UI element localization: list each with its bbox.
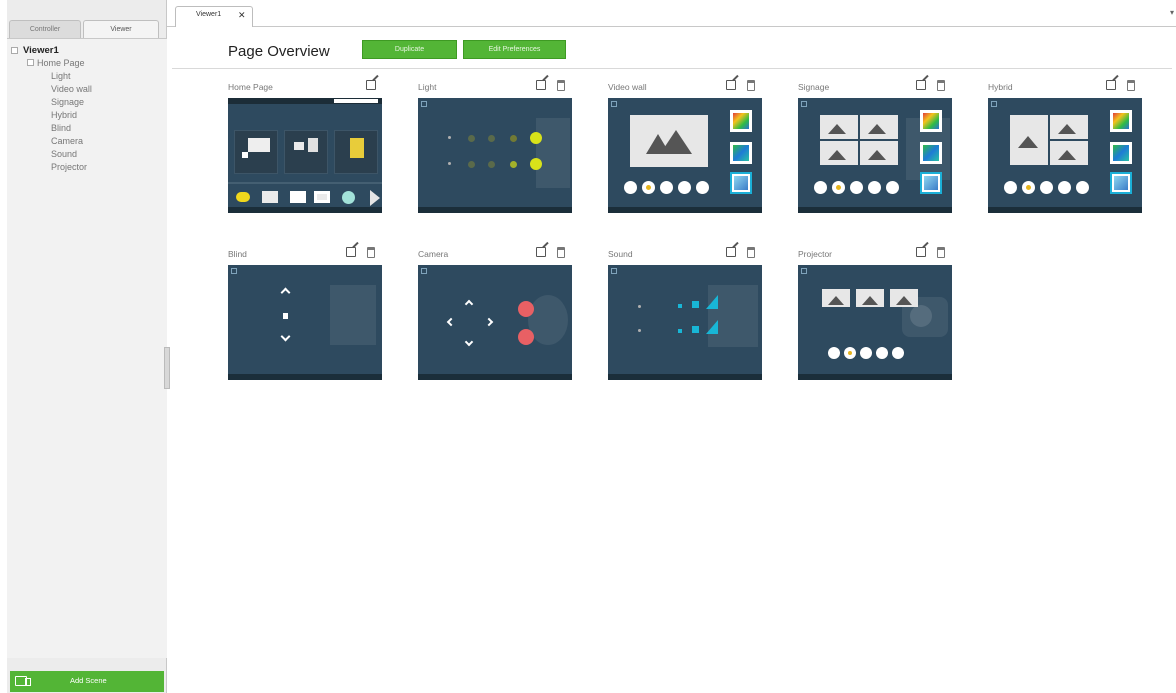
page-card-signage[interactable]: Signage [798, 80, 952, 220]
tree-item-blind[interactable]: Blind [51, 123, 71, 133]
page-card-sound[interactable]: Sound [608, 247, 762, 387]
add-scene-label: Add Scene [70, 676, 107, 685]
edit-icon[interactable] [1106, 80, 1116, 90]
page-overview-panel: Page Overview Duplicate Edit Preferences… [172, 28, 1176, 693]
tab-controller[interactable]: Controller [9, 20, 81, 38]
page-thumbnail[interactable] [228, 98, 382, 213]
tree-item-projector[interactable]: Projector [51, 162, 87, 172]
trash-icon[interactable] [1127, 80, 1135, 91]
tree-item-hybrid[interactable]: Hybrid [51, 110, 77, 120]
page-card-label: Camera [418, 249, 449, 259]
page-thumbnail[interactable] [798, 98, 952, 213]
page-thumbnail[interactable] [608, 265, 762, 380]
tree-root-viewer[interactable]: Viewer1 [23, 45, 59, 56]
page-card-light[interactable]: Light [418, 80, 572, 220]
edit-icon[interactable] [916, 247, 926, 257]
page-card-label: Projector [798, 249, 833, 259]
tree-item-video-wall[interactable]: Video wall [51, 84, 92, 94]
chevron-down-icon[interactable]: ▾ [1170, 8, 1174, 17]
page-card-label: Sound [608, 249, 633, 259]
header-divider [172, 68, 1172, 69]
page-card-blind[interactable]: Blind [228, 247, 382, 387]
tab-viewer[interactable]: Viewer [83, 20, 159, 38]
sidebar: Controller Viewer Viewer1 Home Page Ligh… [7, 0, 170, 693]
duplicate-button[interactable]: Duplicate [362, 40, 457, 59]
edit-icon[interactable] [536, 80, 546, 90]
tab-label: Viewer1 [196, 11, 222, 18]
tree-item-camera[interactable]: Camera [51, 136, 83, 146]
page-thumbnail[interactable] [228, 265, 382, 380]
tree-item-sound[interactable]: Sound [51, 149, 77, 159]
tree-collapse-icon[interactable] [11, 47, 18, 54]
page-card-video-wall[interactable]: Video wall [608, 80, 762, 220]
edit-icon[interactable] [916, 80, 926, 90]
edit-preferences-button[interactable]: Edit Preferences [463, 40, 566, 59]
page-thumbnail[interactable] [798, 265, 952, 380]
page-card-projector[interactable]: Projector [798, 247, 952, 387]
close-icon[interactable]: ✕ [238, 10, 246, 21]
display-icon [15, 676, 31, 686]
page-card-label: Blind [228, 249, 247, 259]
page-card-hybrid[interactable]: Hybrid [988, 80, 1142, 220]
trash-icon[interactable] [367, 247, 375, 258]
trash-icon[interactable] [747, 247, 755, 258]
page-card-camera[interactable]: Camera [418, 247, 572, 387]
page-thumbnail[interactable] [988, 98, 1142, 213]
scene-tree: Viewer1 Home Page Light Video wall Signa… [7, 38, 167, 658]
page-card-label: Signage [798, 82, 830, 92]
tab-viewer1[interactable]: Viewer1 ✕ [175, 6, 253, 27]
trash-icon[interactable] [557, 247, 565, 258]
document-tabstrip: Viewer1 ✕ ▾ [167, 0, 1176, 27]
page-card-home-page[interactable]: Home Page [228, 80, 382, 220]
tree-item-signage[interactable]: Signage [51, 97, 84, 107]
edit-icon[interactable] [536, 247, 546, 257]
edit-icon[interactable] [346, 247, 356, 257]
page-card-label: Hybrid [988, 82, 1013, 92]
tree-item-light[interactable]: Light [51, 71, 71, 81]
page-thumbnail[interactable] [418, 98, 572, 213]
sidebar-splitter[interactable] [164, 347, 170, 389]
sidebar-tabs: Controller Viewer [7, 20, 167, 38]
edit-icon[interactable] [726, 80, 736, 90]
page-card-label: Home Page [228, 82, 273, 92]
trash-icon[interactable] [937, 247, 945, 258]
trash-icon[interactable] [747, 80, 755, 91]
tree-collapse-icon[interactable] [27, 59, 34, 66]
edit-icon[interactable] [726, 247, 736, 257]
page-card-label: Video wall [608, 82, 647, 92]
trash-icon[interactable] [557, 80, 565, 91]
trash-icon[interactable] [937, 80, 945, 91]
add-scene-button[interactable]: Add Scene [10, 671, 164, 692]
page-thumbnail[interactable] [418, 265, 572, 380]
tree-item-home-page[interactable]: Home Page [37, 58, 85, 68]
page-thumbnail[interactable] [608, 98, 762, 213]
page-title: Page Overview [228, 43, 330, 60]
page-card-label: Light [418, 82, 437, 92]
edit-icon[interactable] [366, 80, 376, 90]
